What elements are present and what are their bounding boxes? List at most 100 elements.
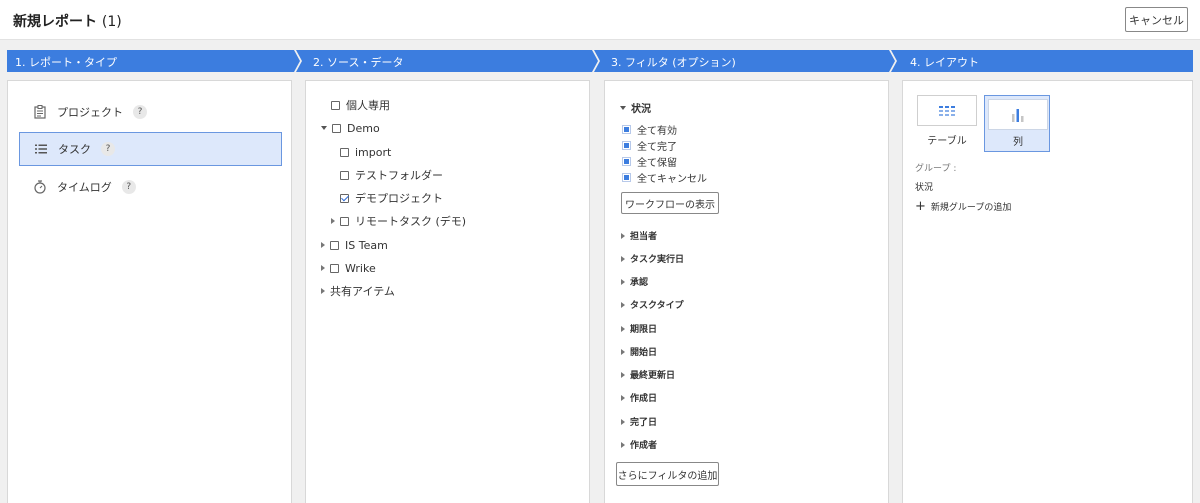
filter-item[interactable]: 作成日 [621,391,657,404]
wizard-steps-bar [7,50,1193,72]
tree-item-is-team[interactable]: IS Team [321,236,388,254]
group-label: グループ : [915,164,957,174]
caret-right-icon [621,232,625,239]
caret-right-icon [621,371,625,378]
filter-item[interactable]: 期限日 [621,322,657,335]
filter-item-label: タスクタイプ [630,301,684,311]
filter-item[interactable]: タスク実行日 [621,252,684,265]
add-group-label: 新規グループの追加 [930,203,1012,213]
header: 新規レポート (1) キャンセル [0,0,1200,40]
group-value[interactable]: 状況 [915,180,933,193]
checkbox[interactable] [340,147,349,157]
tree-item-wrike[interactable]: Wrike [321,259,376,277]
tree-item-demo-project[interactable]: デモプロジェクト [340,189,443,207]
step-3-label[interactable]: 3. フィルタ (オプション) [611,54,736,70]
filter-item[interactable]: 開始日 [621,345,657,358]
step-1-label[interactable]: 1. レポート・タイプ [15,54,117,70]
help-icon[interactable]: ? [121,180,136,194]
layout-option-table[interactable]: テーブル [917,95,983,152]
add-filter-button[interactable]: さらにフィルタの追加 [616,462,719,486]
caret-right-icon [621,278,625,285]
tree-item-label: リモートタスク (デモ) [355,215,467,228]
filter-item-label: 完了日 [630,418,658,428]
filter-item-label: 作成日 [630,394,658,404]
caret-right-icon[interactable] [331,218,335,224]
report-type-timelog[interactable]: タイムログ ? [19,170,282,204]
caret-down-icon [620,105,626,110]
step-4-label[interactable]: 4. レイアウト [910,54,979,70]
checkbox[interactable] [330,263,339,273]
caret-right-icon [621,255,625,262]
help-icon[interactable]: ? [133,105,147,119]
tree-item-demo[interactable]: Demo [321,119,380,137]
table-icon [939,105,955,116]
layout-option-column[interactable]: 列 [984,95,1050,152]
status-option[interactable]: 全て有効 [622,122,677,137]
filter-item-label: 期限日 [630,325,658,335]
layout-option-label: テーブル [927,136,967,147]
filter-item[interactable]: 最終更新日 [621,368,675,381]
add-group-button[interactable]: + 新規グループの追加 [915,200,1011,213]
checkbox-checked[interactable] [622,141,631,150]
checkbox[interactable] [332,123,341,133]
bar-chart-icon [1012,108,1024,122]
status-option[interactable]: 全て保留 [622,154,677,169]
tree-item-shared[interactable]: 共有アイテム [321,282,395,300]
tree-item-label: デモプロジェクト [355,192,443,205]
status-option-label: 全て保留 [637,158,677,169]
report-type-project[interactable]: プロジェクト ? [19,95,282,129]
tree-item-label: 共有アイテム [330,285,395,298]
layout-option-label: 列 [1013,137,1023,148]
filter-item[interactable]: タスクタイプ [621,298,684,311]
caret-down-icon[interactable] [321,126,327,130]
filter-item[interactable]: 承認 [621,275,648,288]
report-type-label: タスク [58,143,91,156]
show-workflow-button[interactable]: ワークフローの表示 [621,192,719,214]
status-option[interactable]: 全て完了 [622,138,677,153]
checkbox[interactable] [340,170,349,180]
filter-panel: 状況 全て有効 全て完了 全て保留 全てキャンセル ワークフローの表示 担当者 … [604,80,889,503]
caret-right-icon[interactable] [321,265,325,271]
tree-item-label: IS Team [345,238,388,252]
report-type-panel: プロジェクト ? タスク ? タイムログ ? [7,80,292,503]
filter-item[interactable]: 担当者 [621,229,657,242]
layout-option-preview [988,99,1048,130]
tree-item-test-folder[interactable]: テストフォルダー [340,166,443,184]
step-2-label[interactable]: 2. ソース・データ [313,54,403,70]
status-section-toggle[interactable]: 状況 [620,100,651,115]
tree-item-label: Wrike [345,261,376,275]
checkbox-checked[interactable] [622,125,631,134]
checkbox-checked[interactable] [622,173,631,182]
caret-right-icon [621,418,625,425]
status-option-label: 全て完了 [637,142,677,153]
tree-item-personal[interactable]: 個人専用 [331,96,390,114]
checkbox[interactable] [330,240,339,250]
layout-option-preview [917,95,977,126]
checkbox[interactable] [340,216,349,226]
tree-item-remote-tasks[interactable]: リモートタスク (デモ) [331,212,466,230]
help-icon[interactable]: ? [101,142,115,156]
status-option-label: 全てキャンセル [637,174,707,185]
wizard-steps: 1. レポート・タイプ 2. ソース・データ 3. フィルタ (オプション) 4… [7,50,1193,72]
caret-right-icon[interactable] [321,288,325,294]
filter-item-label: 承認 [630,278,649,288]
checkbox-checked[interactable] [340,193,349,203]
cancel-button[interactable]: キャンセル [1125,7,1188,32]
status-option[interactable]: 全てキャンセル [622,170,707,185]
plus-icon: + [915,199,926,214]
checkbox[interactable] [331,100,340,110]
filter-item-label: 担当者 [630,232,658,242]
caret-right-icon[interactable] [321,242,325,248]
filter-item[interactable]: 完了日 [621,415,657,428]
report-type-task[interactable]: タスク ? [19,132,282,166]
caret-right-icon [621,325,625,332]
filter-item[interactable]: 作成者 [621,438,657,451]
checkbox-checked[interactable] [622,157,631,166]
filter-item-label: 作成者 [630,441,658,451]
layout-panel: テーブル 列 グループ : 状況 + 新規グループの追加 [902,80,1193,503]
status-option-label: 全て有効 [637,126,677,137]
filter-item-label: 最終更新日 [630,371,676,381]
tree-item-label: import [355,145,392,159]
tree-item-import[interactable]: import [340,143,391,161]
source-data-panel: 個人専用 Demo import テストフォルダー デモプロジェクト リモートタ… [305,80,590,503]
